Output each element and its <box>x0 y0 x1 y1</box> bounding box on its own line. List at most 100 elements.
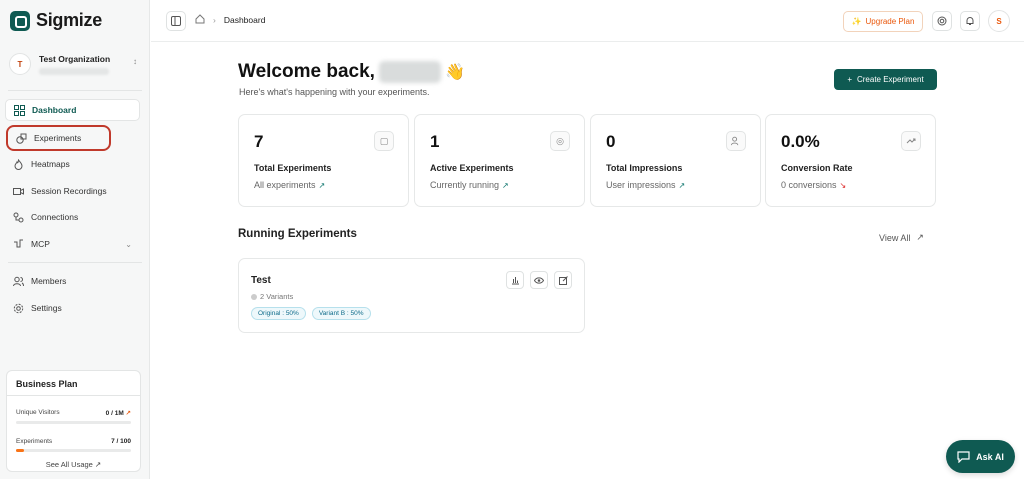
divider <box>7 395 140 396</box>
trend-up-icon: ↗ <box>318 180 326 190</box>
notifications-button[interactable] <box>960 11 980 31</box>
home-icon[interactable] <box>195 14 205 26</box>
sidebar-toggle-button[interactable] <box>166 11 186 31</box>
org-switcher[interactable]: T Test Organization ↕ <box>9 48 141 80</box>
users-icon <box>13 276 24 287</box>
status-dot-icon <box>251 293 257 300</box>
chevron-down-icon: ⌄ <box>125 239 132 249</box>
app-name: Sigmize <box>36 10 102 30</box>
divider <box>8 90 142 91</box>
trend-up-icon: ↗ <box>502 180 509 190</box>
plus-icon: + <box>847 75 852 84</box>
sparkle-icon: ✨ <box>851 17 862 26</box>
bell-icon <box>966 17 974 25</box>
stat-subtext: All experiments ↗ <box>254 180 326 190</box>
sidebar-item-settings[interactable]: Settings <box>5 297 140 319</box>
stat-label: Active Experiments <box>430 163 514 173</box>
sidebar-item-label: Experiments <box>34 133 82 143</box>
grid-icon <box>14 104 25 116</box>
flame-icon <box>13 158 24 170</box>
connection-icon <box>13 212 24 223</box>
stat-subtext: User impressions ↗ <box>606 180 686 190</box>
target-icon: ◎ <box>550 131 570 151</box>
variant-split: Original : 50% Variant B : 50% <box>251 307 371 320</box>
sidebar-item-label: Members <box>31 276 67 286</box>
sidebar-item-label: Connections <box>31 212 79 222</box>
wave-emoji: 👋 <box>444 64 465 81</box>
user-avatar[interactable]: S <box>988 10 1010 32</box>
eye-icon <box>534 276 544 284</box>
sidebar-item-label: MCP <box>31 239 50 249</box>
experiments-value: 7 / 100 <box>111 438 131 445</box>
stat-subtext: 0 conversions ↘ <box>781 180 847 190</box>
sidebar-item-label: Session Recordings <box>31 186 107 196</box>
sidebar-item-label: Heatmaps <box>31 159 70 169</box>
sidebar-item-dashboard[interactable]: Dashboard <box>5 99 140 121</box>
trend-down-icon: ↘ <box>839 180 847 190</box>
experiments-row: Experiments 7 / 100 <box>16 438 131 445</box>
stat-label: Conversion Rate <box>781 163 853 173</box>
variant-pill: Original : 50% <box>251 307 306 320</box>
experiment-card[interactable]: Test 2 Variants Original : 50% Variant B… <box>238 258 585 333</box>
panel-icon <box>171 16 181 26</box>
experiments-label: Experiments <box>16 438 53 445</box>
analytics-button[interactable] <box>506 271 524 289</box>
stat-card-conversion-rate: 0.0% Conversion Rate 0 conversions ↘ <box>765 114 936 207</box>
sidebar-item-session-recordings[interactable]: Session Recordings <box>5 180 140 202</box>
variant-pill: Variant B : 50% <box>311 307 371 320</box>
edit-button[interactable] <box>554 271 572 289</box>
chat-icon <box>957 450 970 463</box>
page-subtitle: Here's what's happening with your experi… <box>239 87 430 97</box>
trend-up-icon: ↗ <box>125 410 131 417</box>
create-experiment-button[interactable]: + Create Experiment <box>834 69 937 90</box>
breadcrumb-separator-icon: › <box>213 15 216 25</box>
experiment-actions <box>506 271 572 289</box>
experiments-progress-fill <box>16 449 25 452</box>
visitors-label: Unique Visitors <box>16 409 60 416</box>
visitors-progress <box>16 421 131 424</box>
redacted-username <box>378 61 441 83</box>
sidebar-item-connections[interactable]: Connections <box>5 206 140 228</box>
section-title: Running Experiments <box>238 228 357 240</box>
sidebar-item-members[interactable]: Members <box>5 270 140 292</box>
logo-icon <box>10 10 30 31</box>
ask-ai-button[interactable]: Ask AI <box>946 440 1015 473</box>
experiment-name: Test <box>251 275 271 286</box>
plan-usage-card: Business Plan Unique Visitors 0 / 1M ↗ E… <box>6 370 141 472</box>
experiment-variants: 2 Variants <box>251 292 293 301</box>
org-avatar: T <box>9 53 31 75</box>
stat-label: Total Experiments <box>254 163 332 173</box>
breadcrumb: › Dashboard <box>195 14 265 26</box>
org-subtitle-redacted <box>39 67 109 75</box>
support-button[interactable] <box>932 11 952 31</box>
stat-card-total-impressions: 0 Total Impressions User impressions ↗ <box>590 114 761 207</box>
experiments-progress <box>16 449 131 452</box>
topbar: › Dashboard ✨ Upgrade Plan S <box>151 0 1024 42</box>
shapes-icon: ▢ <box>374 131 394 151</box>
sidebar-item-experiments[interactable]: Experiments <box>6 125 111 151</box>
preview-button[interactable] <box>530 271 548 289</box>
arrow-up-right-icon: ↗ <box>916 232 924 242</box>
page-title: Welcome back, 👋 <box>238 61 465 83</box>
lifebuoy-icon <box>937 16 947 26</box>
app-logo[interactable]: Sigmize <box>10 10 102 31</box>
edit-icon <box>558 275 568 285</box>
breadcrumb-current: Dashboard <box>223 15 266 25</box>
stat-value: 7 <box>254 132 264 151</box>
arrow-up-right-icon: ↗ <box>94 460 102 469</box>
view-all-link[interactable]: View All ↗ <box>879 232 924 243</box>
stat-label: Total Impressions <box>606 163 683 173</box>
plug-icon <box>13 239 24 250</box>
visitors-row: Unique Visitors 0 / 1M ↗ <box>16 409 131 417</box>
sidebar-item-label: Dashboard <box>32 105 77 115</box>
sidebar: Sigmize T Test Organization ↕ Dashboard … <box>0 0 150 479</box>
divider <box>8 262 142 263</box>
sidebar-item-heatmaps[interactable]: Heatmaps <box>5 153 140 175</box>
sidebar-item-mcp[interactable]: MCP ⌄ <box>5 233 140 255</box>
see-all-usage-link[interactable]: See All Usage ↗ <box>16 460 131 469</box>
plan-title: Business Plan <box>16 379 78 389</box>
stat-card-total-experiments: 7 ▢ Total Experiments All experiments ↗ <box>238 114 409 207</box>
upgrade-plan-button[interactable]: ✨ Upgrade Plan <box>843 11 923 32</box>
bar-chart-icon <box>511 276 519 284</box>
trend-up-icon: ↗ <box>678 180 686 190</box>
